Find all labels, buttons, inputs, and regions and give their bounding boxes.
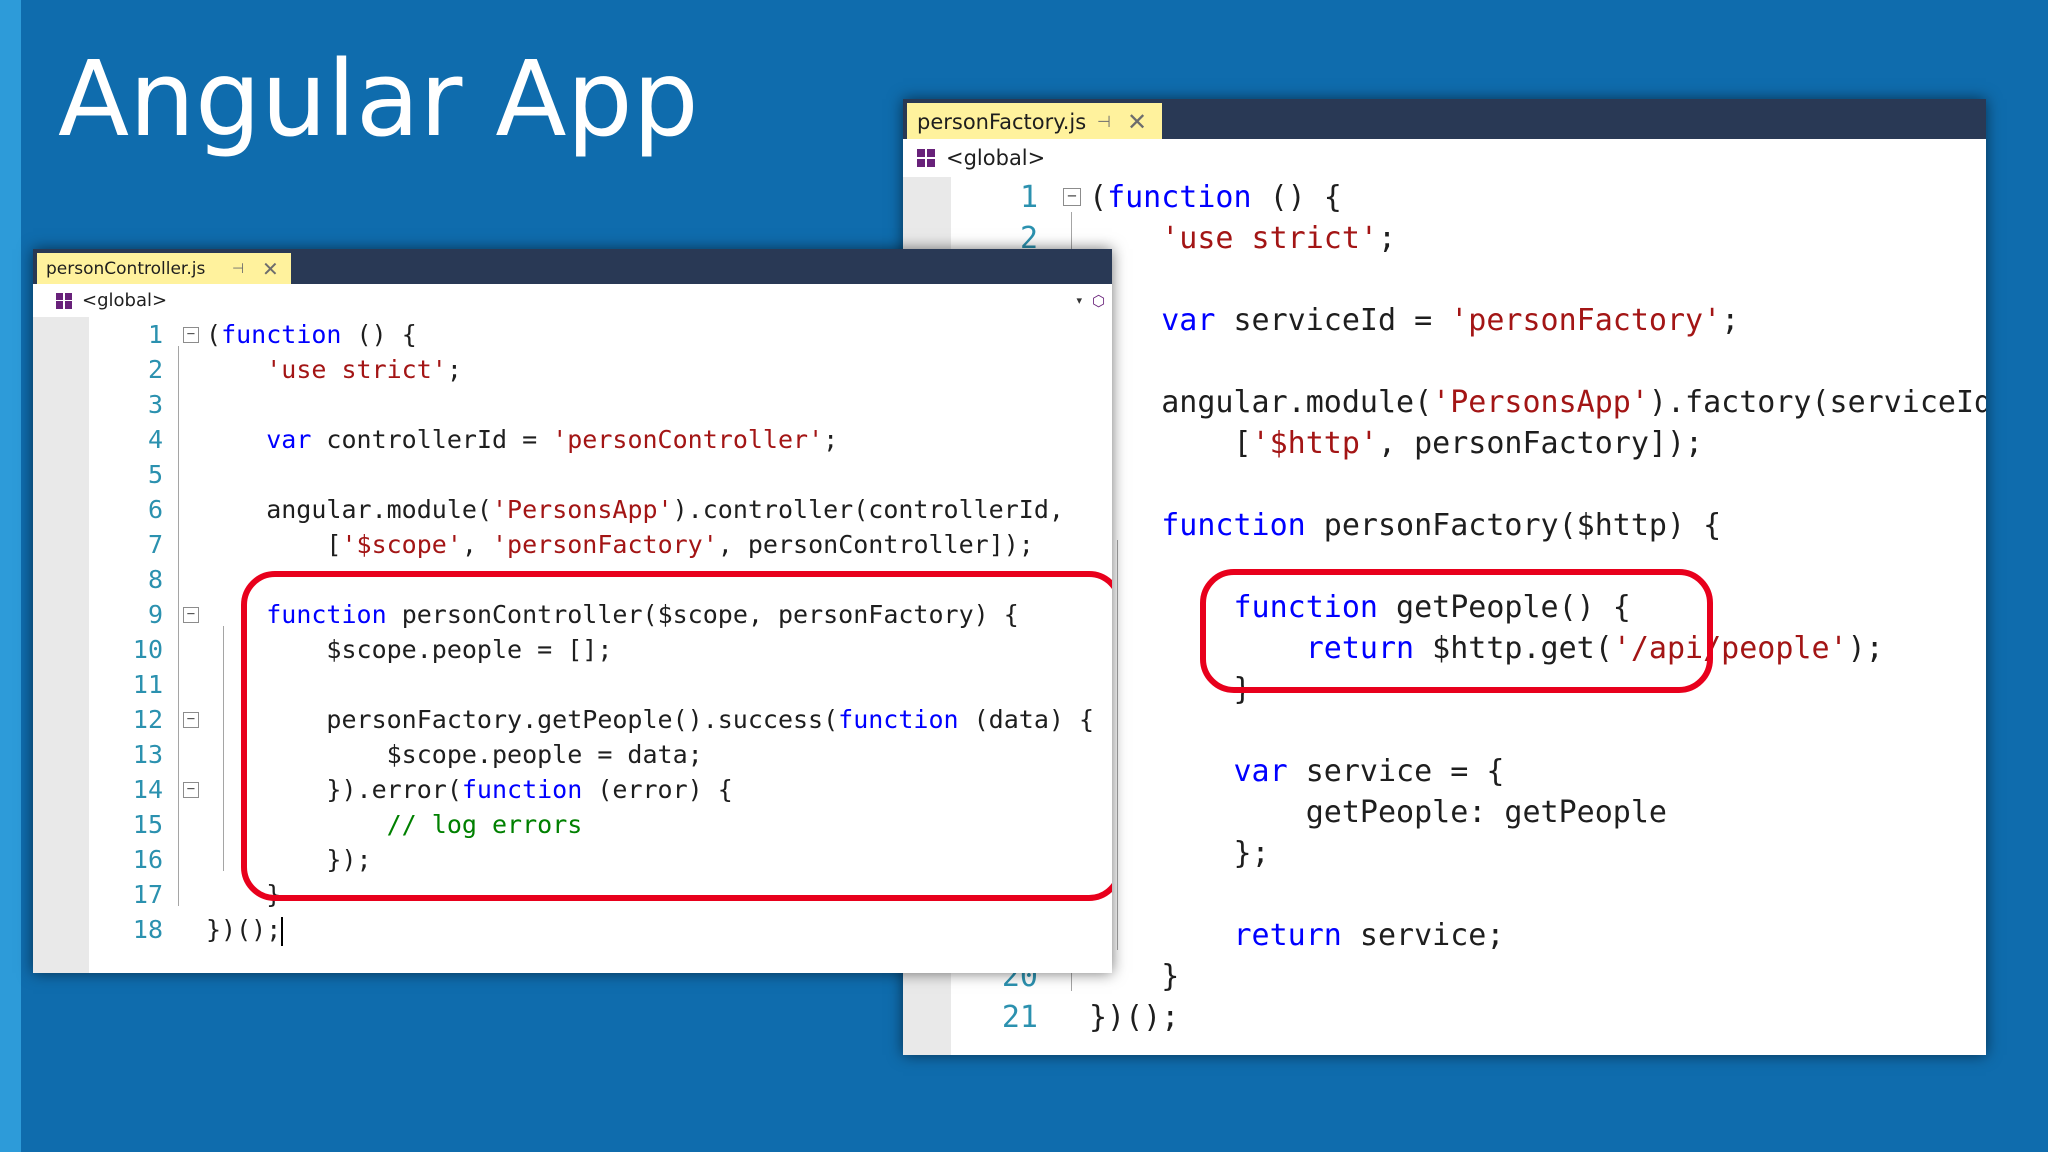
code-text: personFactory.getPeople().success(functi… [206, 705, 1095, 734]
line-number: 8 [147, 565, 163, 594]
line-number: 13 [132, 740, 163, 769]
code-line[interactable]: 1 − (function () { [903, 177, 1986, 218]
code-text: var controllerId = 'personController'; [266, 425, 839, 454]
line-number: 3 [147, 390, 163, 419]
slide-accent-strip [0, 0, 21, 1152]
line-number: 17 [132, 880, 163, 909]
line-number: 14 [132, 775, 163, 804]
code-text: getPeople: getPeople [1089, 795, 1667, 830]
code-text: function getPeople() { [1233, 590, 1631, 625]
code-text: angular.module('PersonsApp').factory(ser… [1089, 385, 1986, 420]
outline-guide [223, 626, 224, 871]
tab-person-factory[interactable]: personFactory.js ⊣ ✕ [907, 103, 1162, 140]
code-line[interactable]: 6 angular.module('PersonsApp').controlle… [33, 492, 1112, 527]
close-icon[interactable]: ✕ [262, 257, 279, 281]
collapse-icon[interactable]: − [183, 712, 199, 728]
line-number: 12 [132, 705, 163, 734]
line-number: 21 [1001, 1000, 1038, 1035]
document-tab-bar: personController.js ⊣ ✕ [33, 249, 1112, 284]
slide-title: Angular App [58, 38, 699, 160]
tab-person-controller[interactable]: personController.js ⊣ ✕ [37, 253, 291, 284]
editor-person-controller: personController.js ⊣ ✕ <global> ▾ ⬡ 1−(… [33, 249, 1112, 973]
pin-icon[interactable]: ⊣ [1097, 112, 1111, 131]
line-number: 15 [132, 810, 163, 839]
document-tab-bar: personFactory.js ⊣ ✕ [903, 99, 1986, 140]
code-text: 'use strict'; [266, 355, 462, 384]
close-icon[interactable]: ✕ [1127, 108, 1147, 136]
code-text: 'use strict'; [1161, 221, 1397, 256]
code-line[interactable]: 11 [33, 667, 1112, 702]
code-text: (function () { [206, 320, 417, 349]
code-line[interactable]: 9 − function personController($scope, per… [33, 597, 1112, 632]
navigation-bar[interactable]: <global> [903, 139, 1986, 178]
line-number: 16 [132, 845, 163, 874]
code-text: return service; [1233, 918, 1505, 953]
code-line[interactable]: 17 } [33, 877, 1112, 912]
code-line[interactable]: 7 ['$scope', 'personFactory', personCont… [33, 527, 1112, 562]
code-text: $scope.people = []; [206, 635, 613, 664]
line-number: 2 [147, 355, 163, 384]
code-line[interactable]: 1 − (function () { [33, 317, 1112, 352]
code-line[interactable]: 3 [33, 387, 1112, 422]
scope-selector[interactable]: <global> [82, 290, 167, 311]
namespace-icon [56, 292, 72, 309]
code-line[interactable]: 10 $scope.people = []; [33, 632, 1112, 667]
line-number: 11 [132, 670, 163, 699]
navigation-bar[interactable]: <global> ▾ ⬡ [33, 284, 1112, 318]
code-line[interactable]: 15 // log errors [33, 807, 1112, 842]
line-number: 9 [147, 600, 163, 629]
code-text: }).error(function (error) { [206, 775, 733, 804]
code-text: }); [206, 845, 372, 874]
collapse-icon[interactable]: − [1063, 188, 1081, 206]
line-number: 4 [147, 425, 163, 454]
collapse-icon[interactable]: − [183, 607, 199, 623]
code-text: var serviceId = 'personFactory'; [1161, 303, 1740, 338]
code-line[interactable]: 5 [33, 457, 1112, 492]
code-text: function personFactory($http) { [1161, 508, 1722, 543]
code-text: })(); [206, 915, 284, 946]
code-line[interactable]: 12 − personFactory.getPeople().success(fu… [33, 702, 1112, 737]
outline-guide [1117, 540, 1118, 950]
code-line[interactable]: 16 }); [33, 842, 1112, 877]
line-number: 7 [147, 530, 163, 559]
code-line[interactable]: 2 'use strict'; [33, 352, 1112, 387]
code-text: var service = { [1233, 754, 1505, 789]
tab-label: personFactory.js [917, 109, 1087, 134]
namespace-icon [917, 149, 935, 167]
line-number: 5 [147, 460, 163, 489]
code-area[interactable]: 1− (function () {2 'use strict'; 3 4 var co… [33, 317, 1112, 973]
code-text: } [206, 880, 282, 909]
line-number: 6 [147, 495, 163, 524]
member-icon[interactable]: ⬡ [1092, 292, 1108, 310]
code-text: function personController($scope, person… [266, 600, 1019, 629]
code-line[interactable]: 18 })(); [33, 912, 1112, 947]
code-text: (function () { [1089, 180, 1342, 215]
line-number: 18 [132, 915, 163, 944]
code-line[interactable]: 13 $scope.people = data; [33, 737, 1112, 772]
code-text: } [1089, 672, 1252, 707]
code-line[interactable]: 4 var controllerId = 'personController'; [33, 422, 1112, 457]
tab-label: personController.js [46, 258, 206, 279]
code-text: return $http.get('/api/people'); [1305, 631, 1884, 666]
scope-selector[interactable]: <global> [946, 146, 1045, 170]
code-text: // log errors [386, 810, 583, 839]
outline-guide [178, 346, 179, 906]
code-line[interactable]: 8 [33, 562, 1112, 597]
code-line[interactable]: 21 })(); [903, 997, 1986, 1038]
collapse-icon[interactable]: − [183, 782, 199, 798]
code-text: ['$scope', 'personFactory', personContro… [206, 530, 1034, 559]
code-text: })(); [1089, 1000, 1180, 1035]
dropdown-arrow-icon[interactable]: ▾ [1076, 294, 1082, 307]
line-number: 10 [132, 635, 163, 664]
text-cursor [281, 916, 284, 946]
code-line[interactable]: 14 − }).error(function (error) { [33, 772, 1112, 807]
code-text: ['$http', personFactory]); [1089, 426, 1704, 461]
pin-icon[interactable]: ⊣ [232, 261, 244, 277]
code-text: angular.module('PersonsApp').controller(… [206, 495, 1064, 524]
code-text: $scope.people = data; [206, 740, 703, 769]
collapse-icon[interactable]: − [183, 327, 199, 343]
line-number: 1 [147, 320, 163, 349]
line-number: 1 [1019, 180, 1038, 215]
